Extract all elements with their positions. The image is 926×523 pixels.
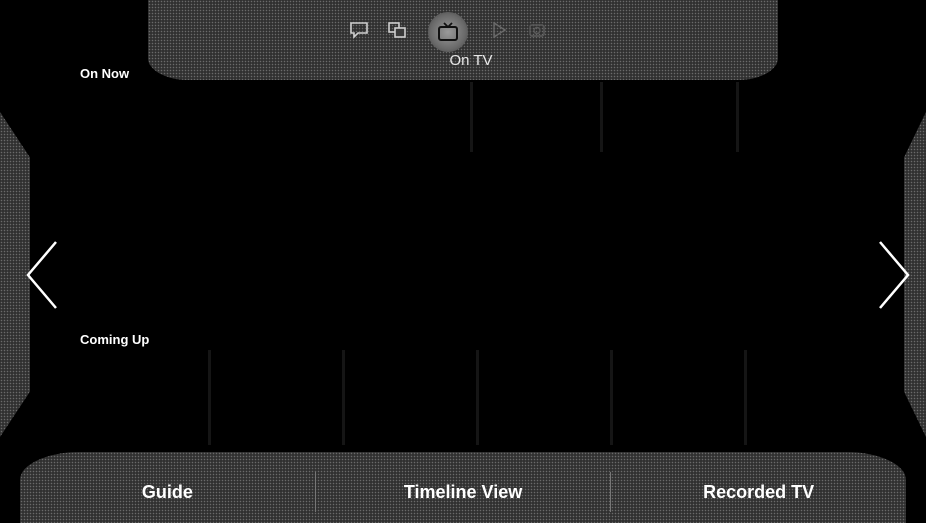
coming-up-label: Coming Up — [80, 332, 150, 347]
chat-icon[interactable] — [340, 14, 378, 46]
on-now-label: On Now — [80, 66, 130, 81]
top-nav-icons — [340, 12, 556, 52]
bottom-bar: Guide Timeline View Recorded TV — [20, 452, 906, 523]
tile-separator — [744, 350, 747, 445]
tile-separator — [600, 82, 603, 152]
chevron-left-icon[interactable] — [24, 240, 60, 310]
recorded-tv-button[interactable]: Recorded TV — [611, 452, 906, 523]
tile-separator — [476, 350, 479, 445]
recorded-tv-button-label: Recorded TV — [703, 482, 815, 502]
active-nav-label: On TV — [449, 52, 493, 69]
guide-button[interactable]: Guide — [20, 452, 315, 523]
camera-icon[interactable] — [518, 14, 556, 46]
tile-separator — [736, 82, 739, 152]
tile-separator — [342, 350, 345, 445]
tv-icon[interactable] — [428, 12, 468, 52]
timeline-view-button-label: Timeline View — [403, 482, 523, 502]
chevron-right-icon[interactable] — [876, 240, 912, 310]
play-icon[interactable] — [480, 14, 518, 46]
tile-separator — [208, 350, 211, 445]
tile-separator — [610, 350, 613, 445]
tile-separator — [470, 82, 473, 152]
multi-screen-icon[interactable] — [378, 14, 416, 46]
timeline-view-button[interactable]: Timeline View — [316, 452, 611, 523]
guide-button-label: Guide — [141, 482, 193, 502]
